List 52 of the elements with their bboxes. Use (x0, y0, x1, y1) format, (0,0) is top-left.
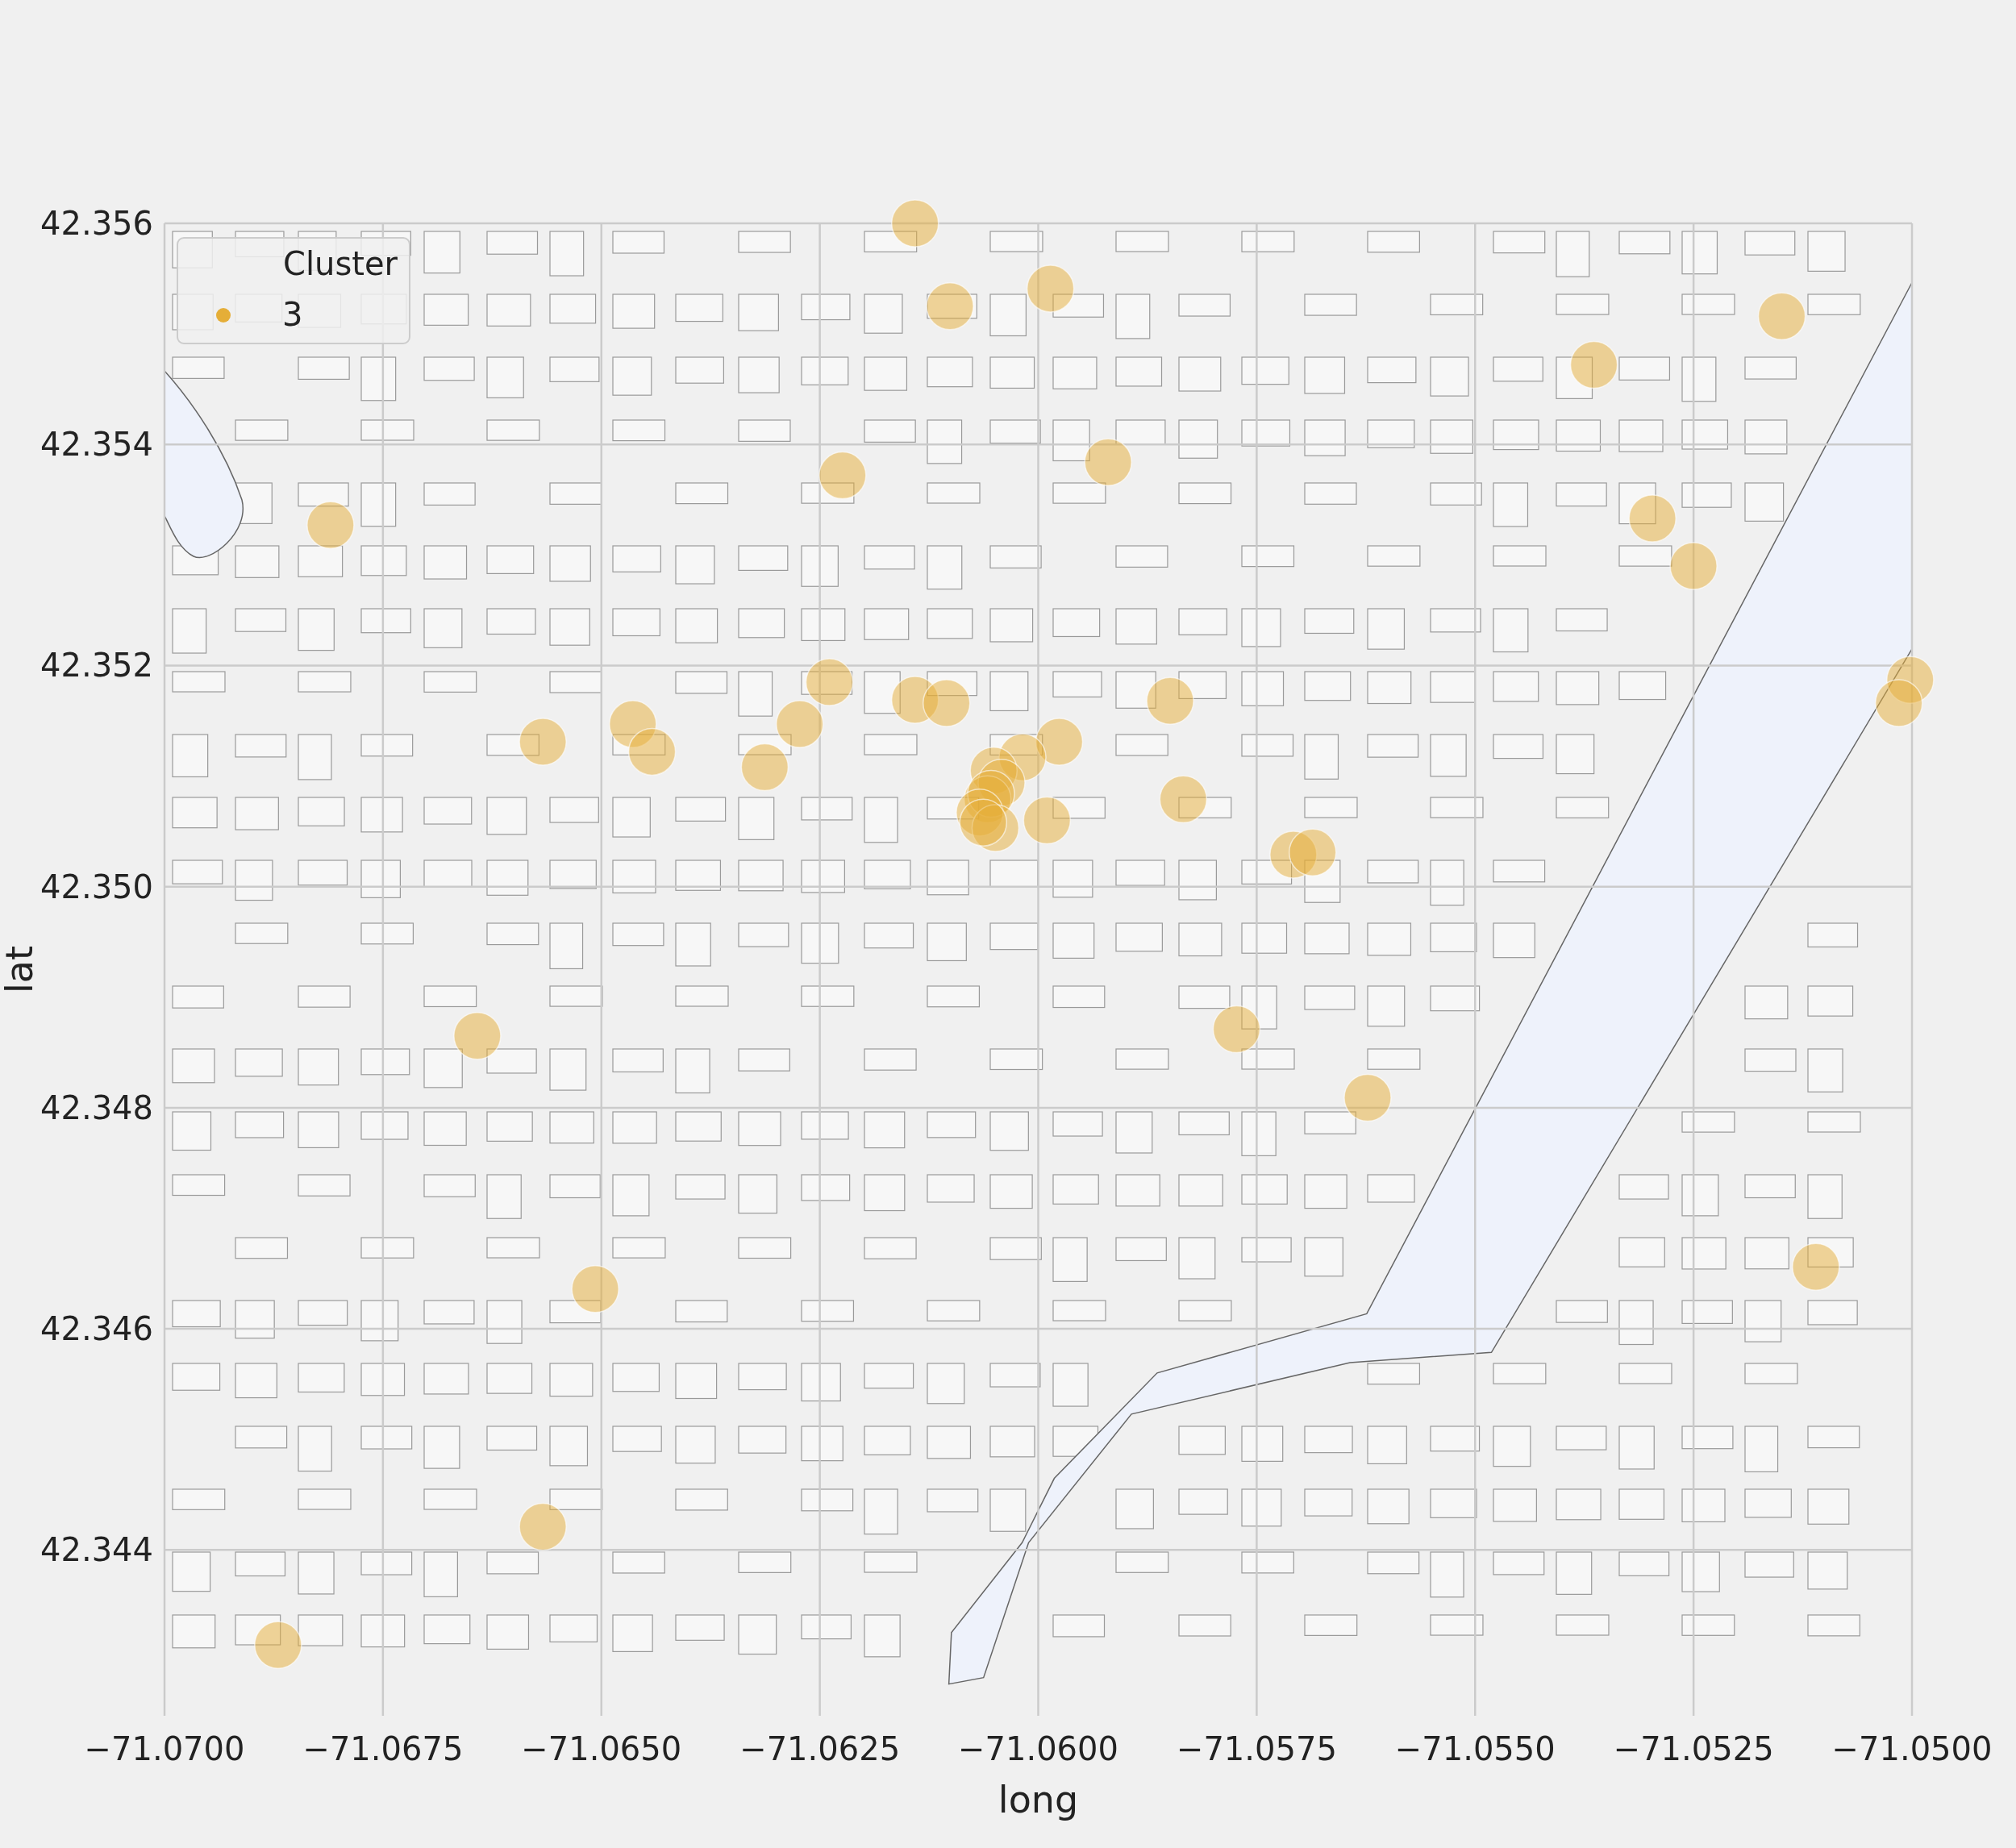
x-tick-label: −71.0575 (1176, 1730, 1337, 1767)
y-tick-label: 42.346 (40, 1310, 153, 1348)
scatter-point (1569, 340, 1618, 389)
scatter-point (926, 282, 974, 331)
scatter-point (1026, 264, 1075, 313)
x-tick-label: −71.0650 (521, 1730, 682, 1767)
scatter-point (1212, 1005, 1261, 1054)
scatter-point (740, 743, 789, 792)
scatter-point (1288, 828, 1337, 876)
scatter-point (891, 199, 939, 248)
scatter-point (1084, 438, 1132, 486)
scatter-point (609, 700, 657, 748)
scatter-point (1035, 718, 1084, 766)
x-axis-label: long (998, 1778, 1079, 1821)
scatter-point (805, 658, 854, 706)
y-tick-label: 42.350 (40, 868, 153, 905)
scatter-point (1669, 542, 1718, 590)
scatter-point (818, 451, 867, 500)
scatter-point (571, 1265, 619, 1313)
scatter-point (453, 1012, 502, 1060)
scatter-point (1628, 494, 1677, 543)
scatter-point (519, 718, 567, 766)
scatter-point (1875, 679, 1923, 727)
x-tick-label: −71.0500 (1831, 1730, 1993, 1767)
x-tick-label: −71.0550 (1394, 1730, 1556, 1767)
x-tick-label: −71.0700 (84, 1730, 245, 1767)
scatter-point (998, 733, 1047, 781)
scatter-point (254, 1621, 302, 1669)
scatter-point (1792, 1242, 1840, 1292)
scatter-point (1757, 292, 1806, 340)
y-tick-label: 42.344 (40, 1531, 153, 1569)
scatter-point (627, 727, 677, 776)
legend-title: Cluster (283, 245, 398, 282)
x-tick-label: −71.0525 (1613, 1730, 1774, 1767)
scatter-point (1023, 796, 1072, 845)
scatter-point (923, 679, 971, 727)
y-tick-label: 42.352 (40, 647, 153, 685)
scatter-point (775, 700, 824, 748)
y-tick-label: 42.356 (40, 205, 153, 242)
legend-label: 3 (282, 296, 303, 333)
x-tick-label: −71.0625 (739, 1730, 901, 1767)
scatter-point (306, 501, 355, 550)
y-tick-label: 42.348 (40, 1088, 153, 1126)
y-axis-label: lat (0, 946, 41, 993)
scatter-point (1146, 676, 1194, 726)
scatter-point (959, 798, 1007, 847)
y-tick-label: 42.354 (40, 426, 153, 464)
x-tick-label: −71.0600 (958, 1730, 1118, 1767)
scatter-point (519, 1502, 567, 1551)
scatter-point (1159, 775, 1208, 824)
scatter-point (1343, 1073, 1392, 1122)
x-tick-label: −71.0675 (302, 1730, 464, 1767)
